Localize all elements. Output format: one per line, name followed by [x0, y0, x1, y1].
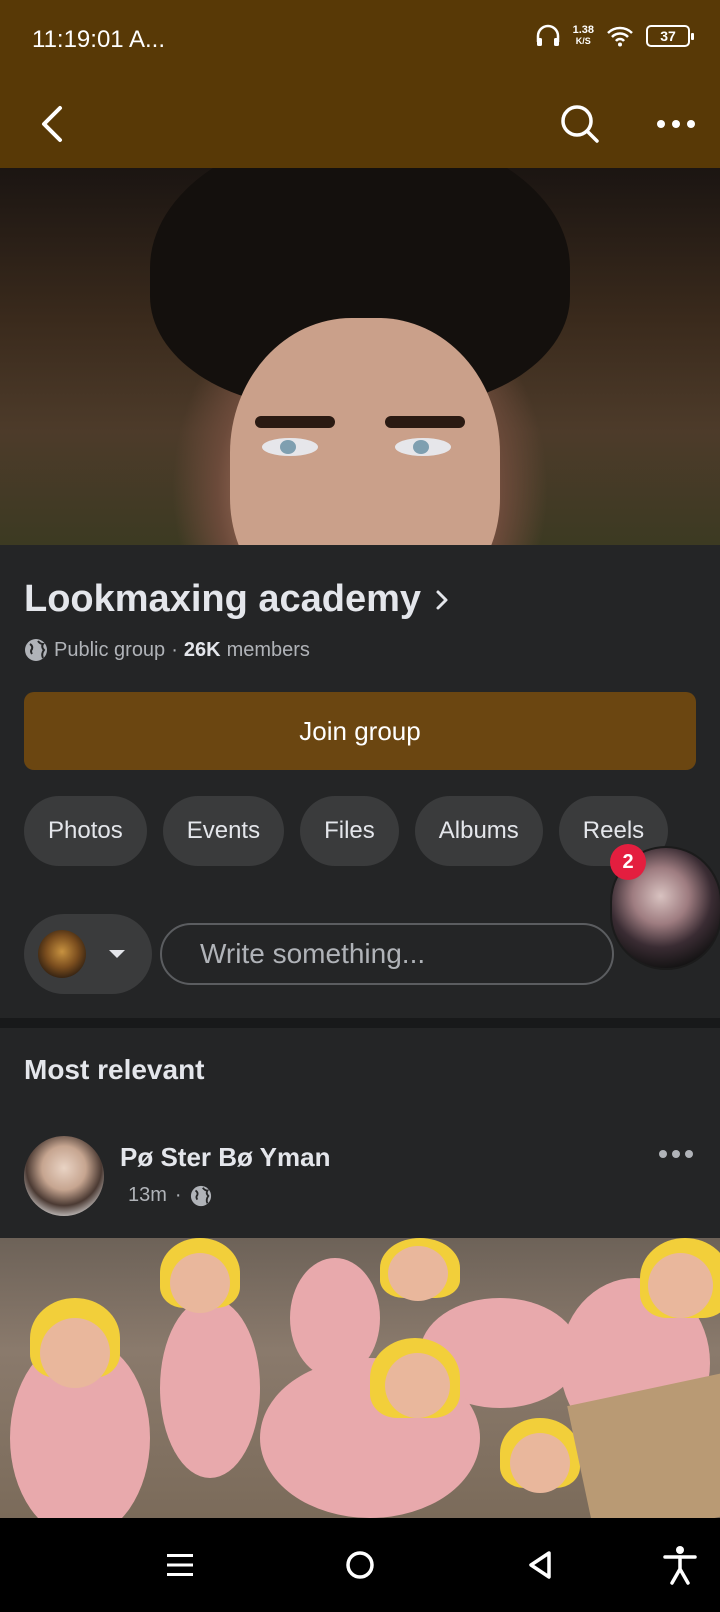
group-privacy: Public group — [54, 638, 166, 661]
image-shape — [648, 1253, 713, 1318]
accessibility-icon — [663, 1546, 697, 1585]
post-composer: Write something... — [24, 914, 614, 994]
tab-files[interactable]: Files — [300, 796, 399, 866]
network-speed-value: 1.38 — [572, 24, 594, 36]
post-meta: 13m · — [128, 1184, 212, 1207]
status-bar: 11:19:01 A... 1.38 K/S 37 — [0, 0, 720, 80]
cover-eye-left — [262, 438, 318, 456]
profile-switcher[interactable] — [24, 914, 152, 994]
system-back-button[interactable] — [515, 1540, 565, 1590]
group-tabs: Photos Events Files Albums Reels — [24, 796, 669, 866]
join-group-button[interactable]: Join group — [24, 692, 696, 770]
globe-icon — [190, 1185, 211, 1206]
notification-badge: 2 — [610, 844, 646, 880]
post-meta-separator: · — [174, 1184, 182, 1206]
recents-button[interactable] — [155, 1540, 205, 1590]
accessibility-button[interactable] — [655, 1540, 705, 1590]
home-circle-icon — [346, 1551, 374, 1579]
group-cover-photo[interactable] — [0, 168, 720, 545]
image-shape — [388, 1246, 448, 1301]
cover-brow-right — [385, 416, 465, 428]
group-name: Lookmaxing academy — [24, 578, 422, 620]
search-button[interactable] — [556, 100, 604, 148]
status-time: 11:19:01 A... — [32, 26, 165, 53]
sort-label[interactable]: Most relevant — [24, 1054, 205, 1086]
chat-head[interactable]: 2 — [610, 844, 720, 970]
image-shape — [510, 1433, 570, 1493]
image-shape — [40, 1318, 110, 1388]
search-icon — [561, 105, 599, 143]
section-divider — [0, 1018, 720, 1028]
post-image[interactable] — [0, 1238, 720, 1518]
group-title-row[interactable]: Lookmaxing academy — [24, 578, 449, 621]
post-time[interactable]: 13m — [128, 1184, 167, 1207]
network-speed-unit: K/S — [575, 36, 591, 46]
menu-icon — [167, 1554, 193, 1576]
caret-down-icon — [109, 950, 125, 958]
cover-face-shape — [230, 318, 500, 545]
battery-indicator: 37 — [646, 25, 694, 47]
network-speed: 1.38 K/S — [573, 25, 594, 47]
image-shape — [385, 1353, 450, 1418]
app-bar — [0, 80, 720, 168]
image-shape — [160, 1298, 260, 1478]
more-horizontal-icon — [659, 1150, 693, 1158]
member-count: 26K — [183, 638, 221, 661]
tab-events[interactable]: Events — [162, 796, 285, 866]
home-button[interactable] — [335, 1540, 385, 1590]
chevron-left-icon — [42, 106, 62, 142]
system-nav-bar — [0, 1518, 720, 1612]
meta-separator: · — [171, 638, 178, 661]
more-horizontal-icon — [657, 120, 695, 128]
back-button[interactable] — [28, 100, 76, 148]
headphones-icon — [536, 24, 559, 46]
cover-eye-right — [395, 438, 451, 456]
tab-albums[interactable]: Albums — [414, 796, 543, 866]
cover-brow-left — [255, 416, 335, 428]
globe-icon — [25, 639, 47, 661]
post-more-button[interactable] — [656, 1142, 696, 1166]
wifi-icon — [607, 26, 633, 47]
member-label: members — [226, 638, 310, 661]
more-options-button[interactable] — [652, 100, 700, 148]
chevron-right-icon — [436, 590, 448, 609]
triangle-back-icon — [529, 1551, 551, 1579]
status-icons: 1.38 K/S 37 — [535, 24, 694, 48]
tab-photos[interactable]: Photos — [24, 796, 147, 866]
write-something-input[interactable]: Write something... — [160, 923, 614, 985]
avatar — [38, 930, 86, 978]
image-shape — [170, 1253, 230, 1313]
post-author-avatar[interactable] — [24, 1136, 104, 1216]
group-meta: Public group · 26K members — [24, 638, 310, 662]
post-author-name[interactable]: Pø Ster Bø Yman — [120, 1142, 330, 1173]
post-header: Pø Ster Bø Yman 13m · — [24, 1136, 696, 1218]
